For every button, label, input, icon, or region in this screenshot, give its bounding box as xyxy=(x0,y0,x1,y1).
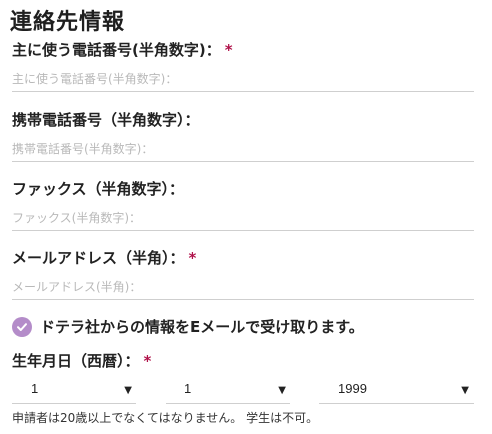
dob-day-select[interactable]: 1 ▼ xyxy=(166,376,290,404)
email-optin[interactable]: ドテラ社からの情報をEメールで受け取ります。 xyxy=(12,316,364,337)
dob-label-text: 生年月日（西暦）： xyxy=(12,352,140,370)
email-field: メールアドレス（半角）： * xyxy=(12,248,476,300)
checkmark-glyph xyxy=(17,322,27,331)
mobile-phone-label-text: 携帯電話番号（半角数字）： xyxy=(12,111,200,129)
fax-input[interactable] xyxy=(12,205,474,231)
required-asterisk: * xyxy=(188,249,197,267)
dropdown-arrow-icon: ▼ xyxy=(124,385,132,396)
mobile-phone-label: 携帯電話番号（半角数字）： xyxy=(12,110,476,130)
dob-label: 生年月日（西暦）： * xyxy=(12,350,151,371)
dob-year-select[interactable]: 1999 ▼ xyxy=(319,376,474,404)
primary-phone-field: 主に使う電話番号(半角数字)： * xyxy=(12,40,476,92)
checkmark-icon[interactable] xyxy=(12,316,32,337)
dob-month-value: 1 xyxy=(31,381,39,396)
dob-month-select[interactable]: 1 ▼ xyxy=(12,376,136,404)
email-label-text: メールアドレス（半角）： xyxy=(12,249,185,267)
primary-phone-input[interactable] xyxy=(12,66,474,92)
primary-phone-label: 主に使う電話番号(半角数字)： * xyxy=(12,40,476,60)
mobile-phone-field: 携帯電話番号（半角数字）： xyxy=(12,110,476,162)
email-optin-label: ドテラ社からの情報をEメールで受け取ります。 xyxy=(40,318,364,336)
dob-day-value: 1 xyxy=(184,381,192,396)
email-label: メールアドレス（半角）： * xyxy=(12,248,476,268)
primary-phone-label-text: 主に使う電話番号(半角数字)： xyxy=(12,41,221,59)
fax-label-text: ファックス（半角数字）： xyxy=(12,180,185,198)
email-input[interactable] xyxy=(12,274,474,300)
dob-year-value: 1999 xyxy=(338,381,367,396)
fax-field: ファックス（半角数字）： xyxy=(12,179,476,231)
dropdown-arrow-icon: ▼ xyxy=(461,385,469,396)
mobile-phone-input[interactable] xyxy=(12,136,474,162)
required-asterisk: * xyxy=(143,352,152,370)
fax-label: ファックス（半角数字）： xyxy=(12,179,476,199)
required-asterisk: * xyxy=(224,41,233,59)
dropdown-arrow-icon: ▼ xyxy=(278,385,286,396)
age-requirement-note: 申請者は20歳以上でなくてはなりません。 学生は不可。 xyxy=(12,411,319,425)
section-title: 連絡先情報 xyxy=(10,10,126,35)
